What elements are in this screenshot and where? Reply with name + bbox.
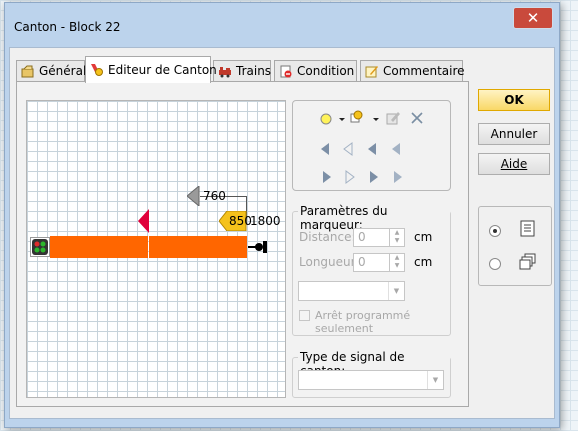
block-dialog: Canton - Block 22 ✕ Général Editeur de C… [4, 2, 560, 428]
train-icon [218, 65, 232, 78]
view-mode-group [478, 206, 552, 286]
block-segment-right[interactable] [149, 236, 247, 258]
list-view-radio[interactable] [489, 225, 501, 237]
close-icon: ✕ [526, 9, 540, 27]
tab-strip: Général Editeur de Canton Trains Conditi… [16, 56, 476, 83]
ok-button[interactable]: OK [478, 89, 550, 111]
scheduled-stop-label: Arrêt programmé seulement [315, 309, 411, 335]
general-icon [21, 65, 35, 78]
title-bar: Canton - Block 22 ✕ [5, 3, 559, 45]
block-editor-grid[interactable]: 760 850 1800 [26, 100, 286, 398]
tab-comment[interactable]: Commentaire [360, 60, 465, 82]
chevron-down-icon[interactable]: ▼ [427, 371, 443, 389]
move-right-icons[interactable] [293, 167, 450, 187]
block-length-label: 1800 [250, 214, 281, 228]
condition-icon [279, 65, 293, 78]
marker-distance-label: 760 [203, 189, 226, 203]
tab-condition[interactable]: Condition [274, 60, 357, 82]
tab-block-editor[interactable]: Editeur de Canton [85, 56, 217, 83]
add-marker-dropdown-icon[interactable] [293, 109, 450, 129]
list-icon[interactable] [519, 220, 537, 238]
editor-icon [90, 63, 104, 76]
distance-label: Distance: [299, 230, 356, 244]
scheduled-stop-checkbox[interactable] [299, 310, 310, 321]
signal-type-combo[interactable]: ▼ [298, 370, 444, 390]
length-label: Longueur: [299, 255, 360, 269]
comment-icon [365, 65, 379, 78]
move-left-icons[interactable] [293, 139, 450, 159]
delete-marker-icon[interactable] [409, 110, 425, 126]
windows-icon[interactable] [519, 253, 537, 271]
distance-value: 0 [358, 230, 366, 244]
window-title: Canton - Block 22 [14, 20, 121, 34]
dialog-client-area: Général Editeur de Canton Trains Conditi… [9, 47, 555, 419]
edit-marker-icon[interactable] [385, 110, 401, 126]
marker-type-combo[interactable]: ▼ [298, 281, 405, 301]
marker-toolbar [292, 100, 451, 191]
chevron-down-icon[interactable]: ▼ [388, 282, 404, 300]
spinner-arrows-icon[interactable]: ▲ ▼ [389, 229, 404, 246]
gray-marker-icon[interactable] [186, 184, 200, 208]
distance-unit: cm [414, 230, 433, 244]
marker-params-group: Paramètres du marqueur: Distance: 0 ▲ ▼ c… [292, 204, 451, 336]
block-segment-left[interactable] [50, 236, 148, 258]
tab-trains[interactable]: Trains [213, 60, 271, 82]
marker-toolbar-row1 [293, 109, 450, 129]
marker-position-label: 850 [229, 214, 252, 228]
block-editor-panel: 760 850 1800 Paramètres du marqueur: Dis… [16, 81, 469, 407]
windows-view-radio[interactable] [489, 258, 501, 270]
buffer-stop-icon[interactable] [248, 239, 270, 255]
signal-flag-icon[interactable] [138, 209, 150, 233]
tab-general[interactable]: Général [16, 60, 86, 82]
signal-type-group: Type de signal de canton: ▼ [292, 350, 451, 398]
help-button[interactable]: Aide [478, 153, 550, 175]
distance-spinner[interactable]: 0 ▲ ▼ [353, 228, 405, 247]
length-unit: cm [414, 255, 433, 269]
spinner-arrows-icon[interactable]: ▲ ▼ [389, 254, 404, 271]
radio-selected-dot [493, 229, 497, 233]
length-spinner[interactable]: 0 ▲ ▼ [353, 253, 405, 272]
cancel-button[interactable]: Annuler [478, 123, 550, 145]
close-button[interactable]: ✕ [513, 7, 553, 29]
signal-lights-icon[interactable] [30, 237, 50, 257]
length-value: 0 [358, 255, 366, 269]
